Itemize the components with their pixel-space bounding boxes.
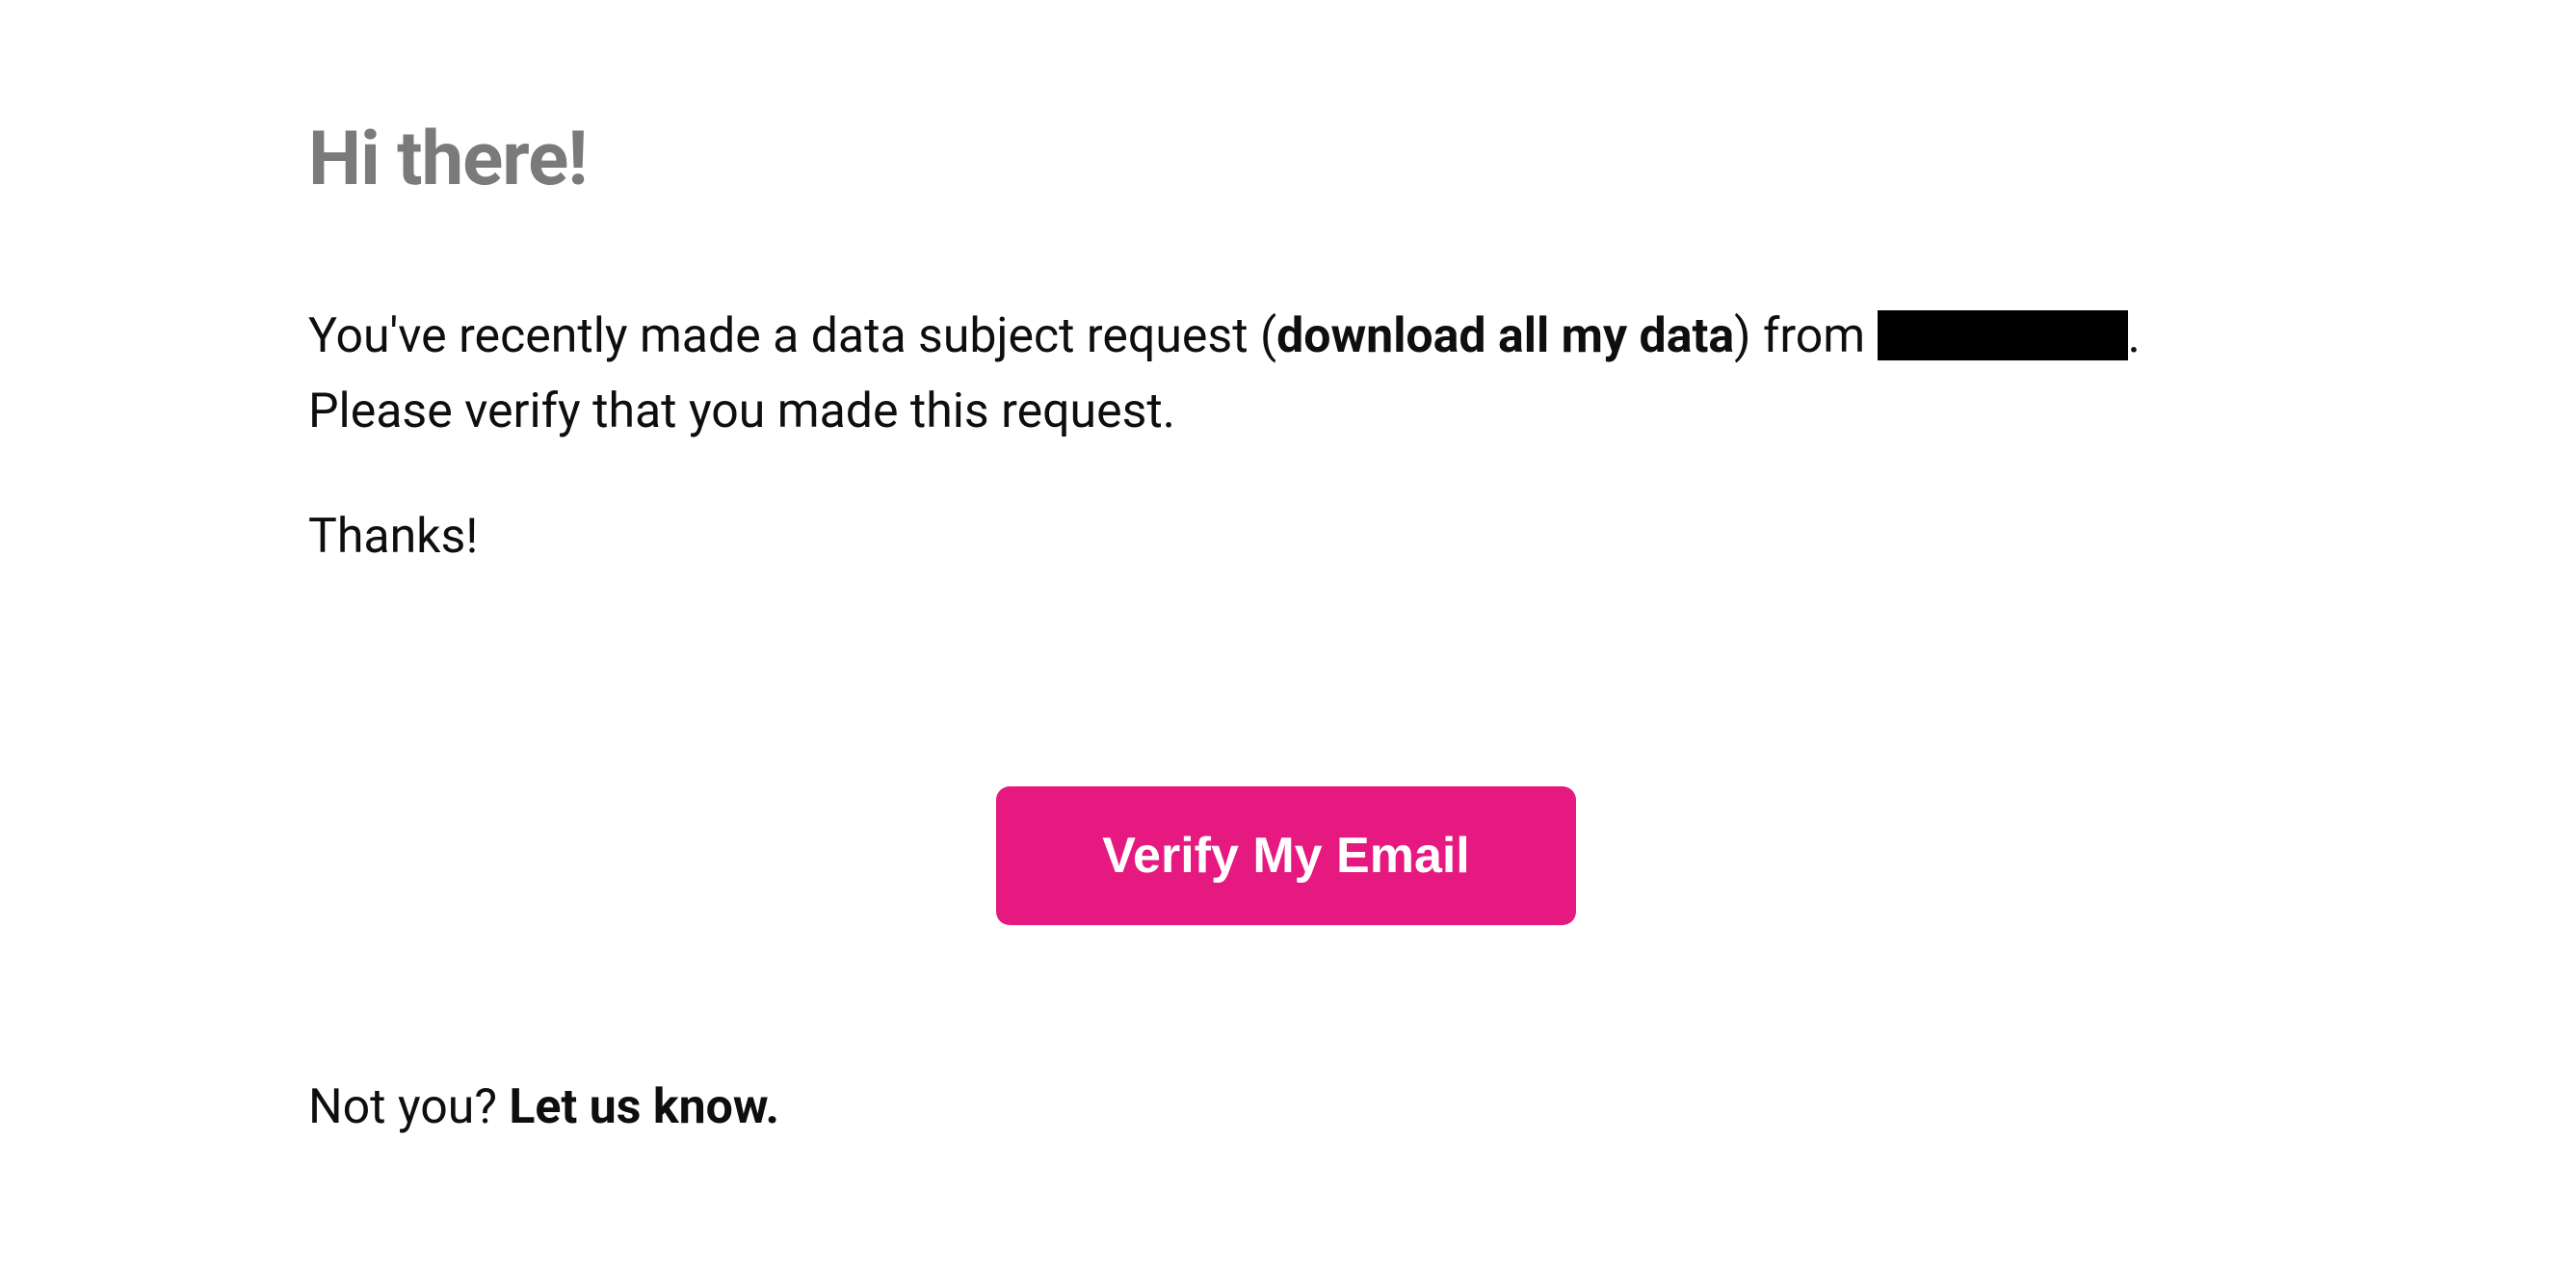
let-us-know-link[interactable]: Let us know. xyxy=(509,1079,779,1135)
intro-text: You've recently made a data subject requ… xyxy=(308,308,1276,364)
cta-row: Verify My Email xyxy=(308,786,2264,925)
redacted-source xyxy=(1878,310,2128,360)
after-type-text: ) from xyxy=(1734,308,1877,364)
greeting-heading: Hi there! xyxy=(308,116,2283,203)
not-you-text: Not you? xyxy=(308,1079,509,1135)
request-type-text: download all my data xyxy=(1276,308,1734,364)
not-you-line: Not you? Let us know. xyxy=(308,1079,2283,1135)
email-content: Hi there! You've recently made a data su… xyxy=(308,116,2283,1135)
verify-email-button[interactable]: Verify My Email xyxy=(996,786,1576,925)
thanks-text: Thanks! xyxy=(308,509,2283,565)
request-description: You've recently made a data subject requ… xyxy=(308,300,2283,449)
